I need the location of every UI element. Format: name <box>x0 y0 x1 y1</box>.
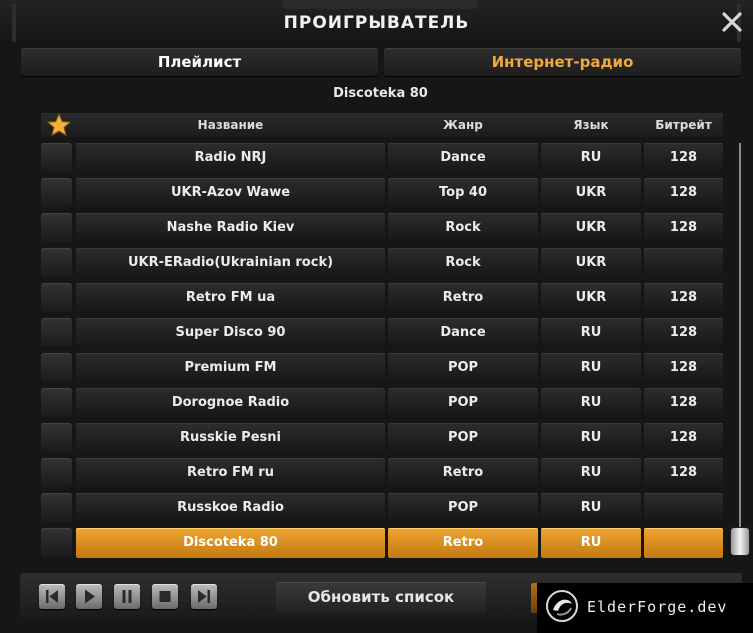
table-row[interactable]: Super Disco 90 Dance RU 128 <box>41 317 723 349</box>
station-language: RU <box>541 528 641 558</box>
row-checkbox[interactable] <box>41 388 72 417</box>
close-icon[interactable] <box>720 10 744 34</box>
table-row[interactable]: Russkoe Radio POP RU <box>41 492 723 524</box>
row-checkbox[interactable] <box>41 318 72 347</box>
row-checkbox[interactable] <box>41 283 72 312</box>
station-bitrate: 128 <box>644 143 723 173</box>
station-language: UKR <box>541 213 641 243</box>
row-checkbox[interactable] <box>41 178 72 207</box>
row-checkbox[interactable] <box>41 493 72 522</box>
station-name: Radio NRJ <box>76 143 385 173</box>
column-header-genre[interactable]: Жанр <box>388 113 538 137</box>
play-icon[interactable] <box>76 584 102 609</box>
table-row[interactable]: Premium FM POP RU 128 <box>41 352 723 384</box>
station-genre: POP <box>388 423 538 453</box>
table-row[interactable]: Dorognoe Radio POP RU 128 <box>41 387 723 419</box>
station-name: Retro FM ua <box>76 283 385 313</box>
station-language: RU <box>541 458 641 488</box>
column-header-name[interactable]: Название <box>76 113 385 137</box>
row-checkbox[interactable] <box>41 353 72 382</box>
refresh-list-button[interactable]: Обновить список <box>276 582 486 613</box>
station-bitrate: 128 <box>644 178 723 208</box>
station-bitrate <box>644 248 723 278</box>
table-row[interactable]: Retro FM ru Retro RU 128 <box>41 457 723 489</box>
station-bitrate: 128 <box>644 388 723 418</box>
station-language: UKR <box>541 248 641 278</box>
station-name: Premium FM <box>76 353 385 383</box>
station-genre: Retro <box>388 283 538 313</box>
previous-icon[interactable] <box>39 584 65 609</box>
elderforge-logo-icon <box>545 589 579 623</box>
table-row[interactable]: Radio NRJ Dance RU 128 <box>41 142 723 174</box>
watermark-text: ElderForge.dev <box>587 598 728 616</box>
station-name: Russkoe Radio <box>76 493 385 523</box>
row-checkbox[interactable] <box>41 248 72 277</box>
tab-internet-radio[interactable]: Интернет-радио <box>384 48 741 76</box>
station-genre: Rock <box>388 248 538 278</box>
stop-icon[interactable] <box>152 584 178 609</box>
watermark: ElderForge.dev <box>537 583 753 633</box>
scrollbar-thumb[interactable] <box>731 528 749 555</box>
station-bitrate <box>644 493 723 523</box>
station-genre: Retro <box>388 458 538 488</box>
table-row-selected[interactable]: Discoteka 80 Retro RU <box>41 527 723 559</box>
current-playlist-name: Discoteka 80 <box>333 86 428 101</box>
station-name: Nashe Radio Kiev <box>76 213 385 243</box>
station-bitrate: 128 <box>644 318 723 348</box>
station-bitrate: 128 <box>644 458 723 488</box>
station-genre: POP <box>388 493 538 523</box>
station-name: Retro FM ru <box>76 458 385 488</box>
pause-icon[interactable] <box>114 584 140 609</box>
station-name: Discoteka 80 <box>76 528 385 558</box>
station-language: UKR <box>541 283 641 313</box>
table-row[interactable]: Nashe Radio Kiev Rock UKR 128 <box>41 212 723 244</box>
station-genre: Rock <box>388 213 538 243</box>
station-language: RU <box>541 423 641 453</box>
star-icon[interactable] <box>46 112 72 138</box>
station-genre: POP <box>388 388 538 418</box>
title-notch <box>282 0 478 9</box>
station-genre: POP <box>388 353 538 383</box>
station-genre: Dance <box>388 143 538 173</box>
station-name: Dorognoe Radio <box>76 388 385 418</box>
station-bitrate: 128 <box>644 213 723 243</box>
station-genre: Top 40 <box>388 178 538 208</box>
station-bitrate: 128 <box>644 423 723 453</box>
station-bitrate <box>644 528 723 558</box>
row-checkbox[interactable] <box>41 458 72 487</box>
station-name: Russkie Pesni <box>76 423 385 453</box>
row-checkbox[interactable] <box>41 143 72 172</box>
row-checkbox[interactable] <box>41 423 72 452</box>
table-row[interactable]: Retro FM ua Retro UKR 128 <box>41 282 723 314</box>
scrollbar-track[interactable] <box>739 143 741 553</box>
tab-playlist[interactable]: Плейлист <box>21 48 378 76</box>
station-language: RU <box>541 493 641 523</box>
station-language: RU <box>541 318 641 348</box>
station-language: UKR <box>541 178 641 208</box>
station-language: RU <box>541 143 641 173</box>
station-name: UKR-ERadio(Ukrainian rock) <box>76 248 385 278</box>
table-row[interactable]: UKR-ERadio(Ukrainian rock) Rock UKR <box>41 247 723 279</box>
table-row[interactable]: Russkie Pesni POP RU 128 <box>41 422 723 454</box>
table-header: Название Жанр Язык Битрейт <box>41 112 723 138</box>
column-header-bitrate[interactable]: Битрейт <box>644 113 723 137</box>
next-icon[interactable] <box>191 584 217 609</box>
station-language: RU <box>541 388 641 418</box>
row-checkbox[interactable] <box>41 528 72 557</box>
station-name: UKR-Azov Wawe <box>76 178 385 208</box>
table-row[interactable]: UKR-Azov Wawe Top 40 UKR 128 <box>41 177 723 209</box>
column-header-language[interactable]: Язык <box>541 113 641 137</box>
station-genre: Retro <box>388 528 538 558</box>
station-name: Super Disco 90 <box>76 318 385 348</box>
station-bitrate: 128 <box>644 353 723 383</box>
station-language: RU <box>541 353 641 383</box>
row-checkbox[interactable] <box>41 213 72 242</box>
window-title: ПРОИГРЫВАТЕЛЬ <box>283 13 470 33</box>
station-bitrate: 128 <box>644 283 723 313</box>
station-genre: Dance <box>388 318 538 348</box>
